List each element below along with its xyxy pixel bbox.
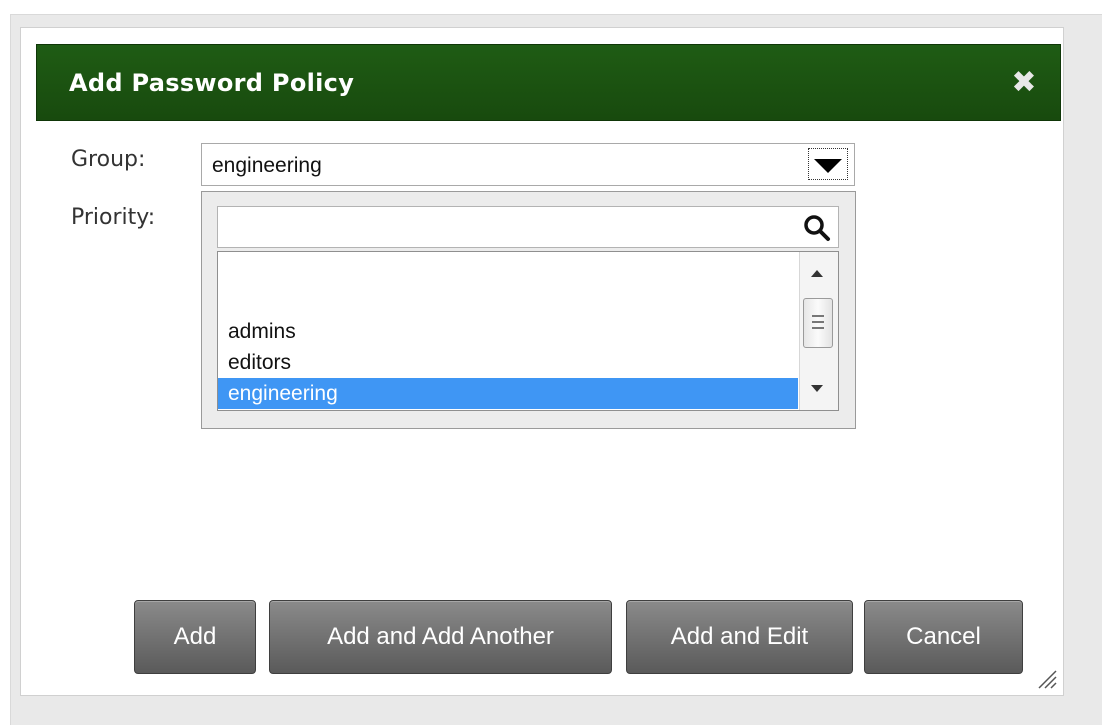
priority-label: Priority: (71, 205, 156, 230)
scroll-thumb[interactable] (803, 298, 833, 348)
group-option[interactable]: admins (218, 316, 798, 347)
add-another-button[interactable]: Add and Add Another (269, 600, 612, 674)
group-option[interactable]: editors (218, 347, 798, 378)
options-scrollbar[interactable] (799, 252, 838, 410)
dialog-title: Add Password Policy (69, 69, 355, 97)
group-filter-input[interactable] (222, 211, 786, 245)
group-select[interactable]: engineering (201, 143, 855, 186)
add-password-policy-dialog: Add Password Policy ✖ Group: Priority: e… (20, 27, 1064, 696)
dialog-titlebar[interactable]: Add Password Policy ✖ (36, 44, 1061, 121)
group-option[interactable] (218, 285, 798, 316)
cancel-button[interactable]: Cancel (864, 600, 1023, 674)
close-icon[interactable]: ✖ (1010, 68, 1038, 98)
add-edit-button[interactable]: Add and Edit (626, 600, 853, 674)
search-icon[interactable] (802, 213, 832, 243)
group-options-list: adminseditorsengineeringengineering_mana… (217, 251, 839, 411)
scroll-down-icon[interactable] (811, 385, 823, 392)
group-option[interactable]: engineering (218, 378, 798, 409)
scroll-up-icon[interactable] (811, 270, 823, 277)
group-option[interactable]: engineering_managers (218, 409, 798, 410)
group-select-value: engineering (212, 154, 322, 177)
dropdown-arrow-icon[interactable] (808, 148, 848, 180)
resize-grip-icon[interactable] (1037, 669, 1057, 689)
group-filter (217, 206, 839, 248)
group-dropdown: adminseditorsengineeringengineering_mana… (201, 191, 856, 429)
group-label: Group: (71, 147, 146, 172)
add-button[interactable]: Add (134, 600, 256, 674)
